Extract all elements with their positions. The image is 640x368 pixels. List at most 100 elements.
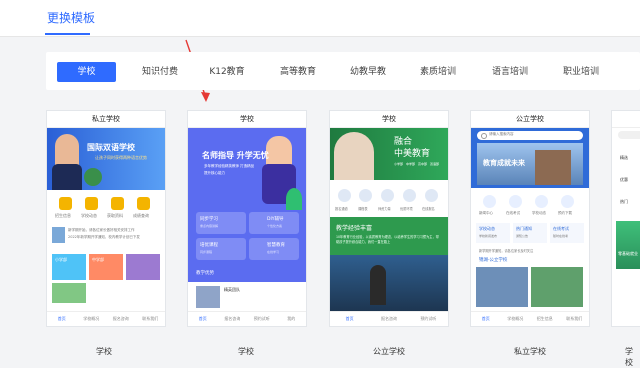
filter-quality-training[interactable]: 素质培训 <box>408 62 468 82</box>
nav-contact[interactable]: 联系我们 <box>136 312 166 326</box>
tile-sub-1: 学校新闻发布 <box>479 234 498 238</box>
globe-icon <box>84 168 102 186</box>
appointment-download-icon[interactable] <box>561 195 574 208</box>
nav-about[interactable]: 学校概况 <box>77 312 107 326</box>
get-materials-icon[interactable] <box>111 197 124 210</box>
section-title: 锦湖·公立学校 <box>479 258 508 263</box>
grid-sub-1: 重点内容讲解 <box>200 224 219 228</box>
classroom-photo <box>330 255 448 312</box>
card-title: 公立学校 <box>471 111 589 128</box>
card-title: 私立学校 <box>47 111 165 128</box>
tile-photo-2[interactable] <box>52 283 86 303</box>
section-text: 10年教育行业经验，以素质教育为理念，以培养学生的学习习惯为主，帮助孩子提升综合… <box>336 235 439 244</box>
next-card-title-4: 私立学校 <box>514 347 546 356</box>
grid-label-4: 智慧教育 <box>267 243 285 248</box>
search-box[interactable] <box>618 131 640 139</box>
experience-section: 教学经验丰富 10年教育行业经验，以素质教育为理念，以培养学生的学习习惯为主，帮… <box>330 217 448 312</box>
card-title: 学校 <box>188 111 306 128</box>
banner-sub-2: 提升核心能力 <box>204 171 225 175</box>
news-center-icon[interactable] <box>483 195 496 208</box>
grid-item-3[interactable]: 培优课程 同步课程 <box>196 238 246 260</box>
online-exam-icon[interactable] <box>509 195 522 208</box>
banner-tag-4: 双语部 <box>430 162 440 166</box>
school-news-icon[interactable] <box>535 195 548 208</box>
online-enroll-icon[interactable] <box>425 189 438 202</box>
nav-consult[interactable]: 报名咨询 <box>106 312 136 326</box>
tile-middle[interactable]: 中学部 <box>89 254 123 280</box>
nav-home[interactable]: 首页 <box>330 312 369 326</box>
filter-k12[interactable]: K12教育 <box>197 62 257 82</box>
nav-about[interactable]: 学校概况 <box>501 312 531 326</box>
search-box[interactable]: 请输入搜索内容 <box>477 131 583 140</box>
gallery-photo-2[interactable] <box>531 267 583 307</box>
next-card-title-2: 学校 <box>238 347 254 356</box>
faculty-icon[interactable] <box>381 189 394 202</box>
banner-student-photo <box>334 132 374 180</box>
section-title: 教学优势 <box>196 271 214 276</box>
nav-contact[interactable]: 联系我们 <box>560 312 590 326</box>
template-card-public-school[interactable]: 公立学校 请输入搜索内容 教育成就未来 新闻中心 在线考试 学校动态 预约下载 … <box>470 110 590 327</box>
enroll-info-icon[interactable] <box>59 197 72 210</box>
tile-hot-notice[interactable]: 热门通知 通知公告 <box>513 223 547 243</box>
partial-label-2: 优惠 <box>620 177 628 182</box>
news-thumbnail <box>52 227 65 243</box>
banner-tag-1: 小学部 <box>394 162 404 166</box>
nav-home[interactable]: 首页 <box>471 312 501 326</box>
nav-consult[interactable]: 报名咨询 <box>218 312 248 326</box>
nav-me[interactable]: 我的 <box>277 312 307 326</box>
gallery-photo-1[interactable] <box>476 267 528 307</box>
nav-enroll[interactable]: 招生信息 <box>530 312 560 326</box>
nav-consult[interactable]: 报名咨询 <box>369 312 408 326</box>
nav-trial[interactable]: 预约试听 <box>247 312 277 326</box>
banner-tag-3: 高中部 <box>418 162 428 166</box>
card-banner: 融合 中美教育 小学部 中学部 高中部 双语部 <box>330 128 448 180</box>
tile-online-exam[interactable]: 在线考试 随时在线考 <box>550 223 584 243</box>
template-card-private-school[interactable]: 私立学校 国际双语学校 让孩子同时获得两种语言优势 招生信息 学校动态 获取资料… <box>46 110 166 327</box>
tile-sub-2: 通知公告 <box>516 234 529 238</box>
enroll-channel-icon[interactable] <box>338 189 351 202</box>
tab-change-template[interactable]: 更换模板 <box>47 9 95 26</box>
grid-item-1[interactable]: 同步学习 重点内容讲解 <box>196 212 246 234</box>
partial-label-1: 精选 <box>620 155 628 160</box>
environment-icon[interactable] <box>403 189 416 202</box>
filter-vocational-training[interactable]: 职业培训 <box>551 62 611 82</box>
banner-sub-1: 多年教学经验精英教师 打造精品 <box>204 164 255 168</box>
tile-school-news[interactable]: 学校动态 学校新闻发布 <box>476 223 510 243</box>
filter-language-training[interactable]: 语言培训 <box>480 62 540 82</box>
tile-primary[interactable]: 小学部 <box>52 254 86 280</box>
news-line-1: 新学期开始，请各位家长做好相关安排工作 <box>68 228 135 232</box>
nav-trial[interactable]: 预约试听 <box>409 312 448 326</box>
schedule-icon[interactable] <box>359 189 372 202</box>
filter-knowledge-paid[interactable]: 知识付费 <box>130 62 190 82</box>
tile-label-1: 学校动态 <box>479 226 495 231</box>
school-news-icon[interactable] <box>85 197 98 210</box>
grid-item-2[interactable]: DIY辅导 个性化方案 <box>249 212 299 234</box>
promo-image <box>616 221 640 269</box>
card-banner: 国际双语学校 让孩子同时获得两种语言优势 <box>47 128 165 190</box>
icon-label-1: 新闻中心 <box>479 211 493 215</box>
grid-sub-3: 同步课程 <box>200 250 213 254</box>
icon-label-materials: 获取资料 <box>107 213 123 218</box>
filter-higher-education[interactable]: 高等教育 <box>268 62 328 82</box>
nav-home[interactable]: 首页 <box>47 312 77 326</box>
filter-preschool[interactable]: 幼教早教 <box>338 62 398 82</box>
grid-item-4[interactable]: 智慧教育 在线学习 <box>249 238 299 260</box>
template-card-school-purple[interactable]: 学校 名师指导 升学无忧 多年教学经验精英教师 打造精品 提升核心能力 同步学习… <box>187 110 307 327</box>
category-filter-bar: 学校 知识付费 K12教育 高等教育 幼教早教 素质培训 语言培训 职业培训 <box>46 52 640 90</box>
notice-line: 新学期开学通知，请各位家长及时关注 <box>479 249 534 253</box>
grid-label-1: 同步学习 <box>200 217 218 222</box>
banner-big-2: 中美教育 <box>394 149 431 159</box>
nav-home[interactable]: 首页 <box>188 312 218 326</box>
team-label: 精英团队 <box>224 287 240 292</box>
grade-query-icon[interactable] <box>137 197 150 210</box>
search-placeholder: 请输入搜索内容 <box>489 132 514 136</box>
news-line-2: 2022年新学期开学通知，校内教学计划已下发 <box>68 235 140 239</box>
tile-photo-1[interactable] <box>126 254 160 280</box>
template-card-school-green[interactable]: 学校 融合 中美教育 小学部 中学部 高中部 双语部 报名通道 课程表 师资力量… <box>329 110 449 327</box>
next-card-title-5: 学校 <box>625 347 633 367</box>
template-card-partial[interactable]: 精选 优惠 热门 零基础就业 <box>611 110 640 327</box>
card-bottom-nav: 首页 报名咨询 预约试听 <box>330 311 448 326</box>
banner-title: 教育成就未来 <box>483 159 525 167</box>
banner-title: 名师指导 升学无忧 <box>202 151 269 160</box>
filter-school[interactable]: 学校 <box>57 62 116 82</box>
